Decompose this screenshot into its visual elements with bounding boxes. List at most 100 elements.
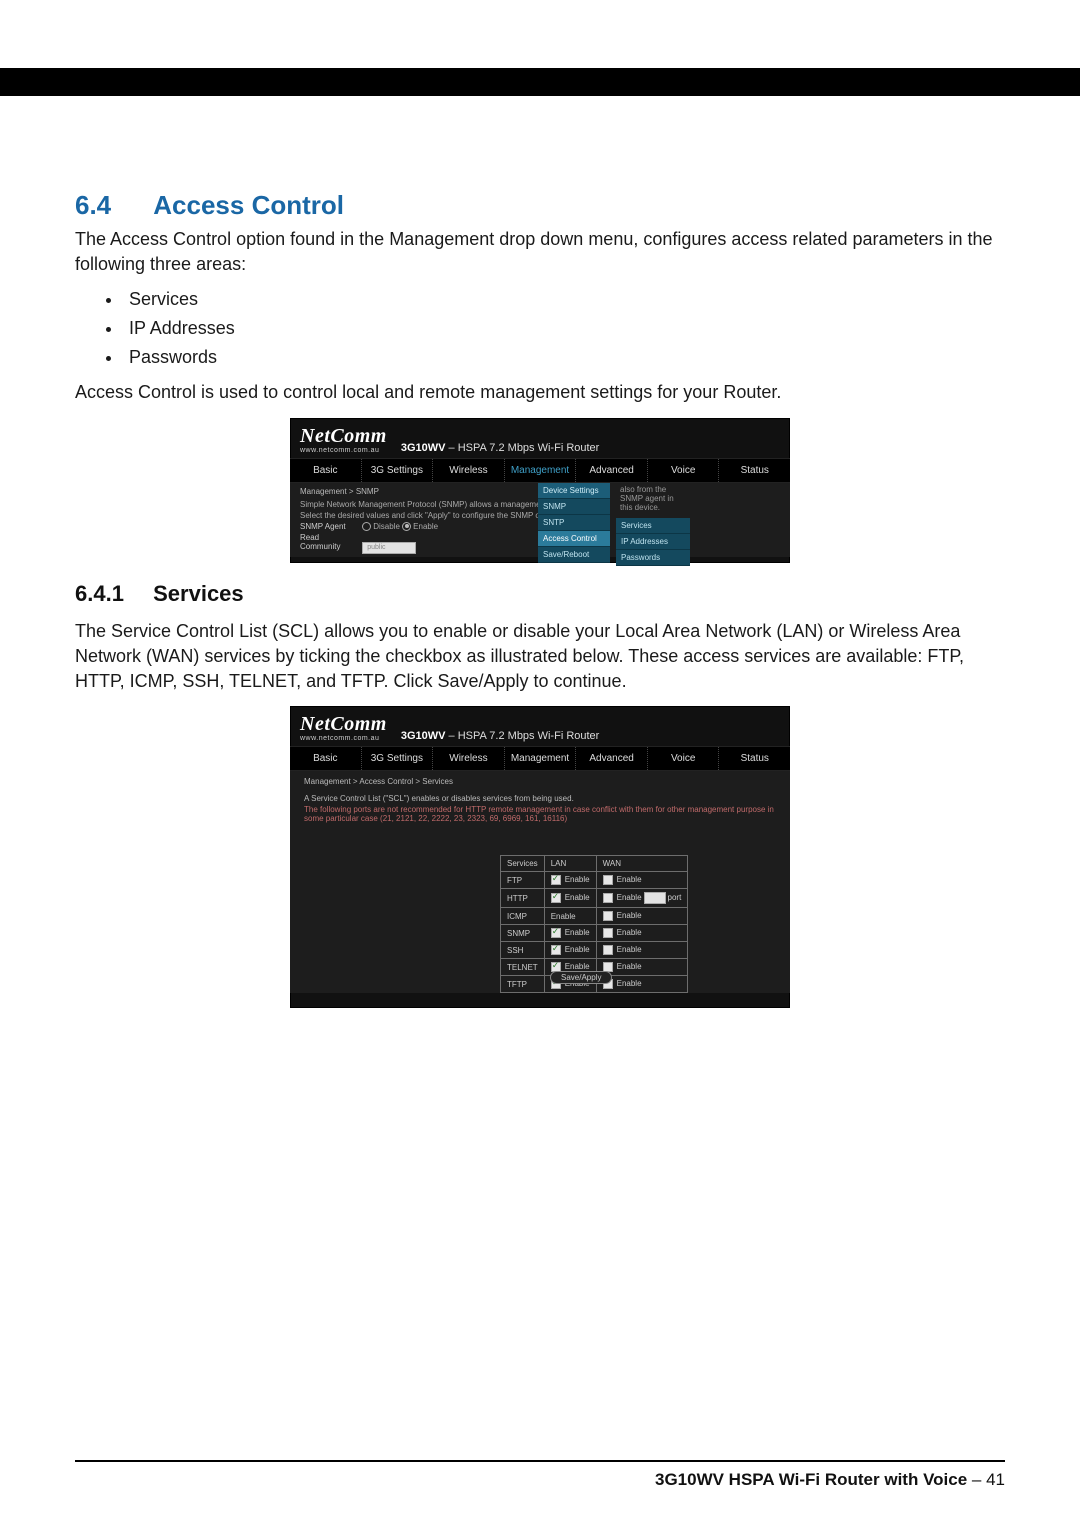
- brand-logo: NetComm: [300, 714, 387, 734]
- brand-block: NetComm www.netcomm.com.au: [300, 714, 387, 742]
- router-brand-bar: NetComm www.netcomm.com.au 3G10WV – HSPA…: [290, 706, 790, 746]
- wan-port-input[interactable]: [644, 892, 666, 904]
- router-nav: Basic 3G Settings Wireless Management Ad…: [290, 746, 790, 771]
- wan-enable-label: Enable: [617, 979, 642, 988]
- lan-enable-checkbox[interactable]: [551, 945, 561, 955]
- brand-url: www.netcomm.com.au: [300, 447, 387, 454]
- list-item: Services: [123, 289, 1005, 310]
- submenu-services[interactable]: Services: [616, 518, 690, 534]
- submenu-passwords[interactable]: Passwords: [616, 550, 690, 566]
- page-content: 6.4 Access Control The Access Control op…: [75, 190, 1005, 1026]
- device-desc: – HSPA 7.2 Mbps Wi-Fi Router: [445, 730, 599, 742]
- nav-basic[interactable]: Basic: [290, 747, 361, 770]
- breadcrumb: Management > Access Control > Services: [304, 777, 776, 786]
- wan-enable-label: Enable: [617, 945, 642, 954]
- device-title: 3G10WV – HSPA 7.2 Mbps Wi-Fi Router: [401, 730, 600, 742]
- lan-enable-label: Enable: [565, 962, 590, 971]
- dropdown-access-control[interactable]: Access Control: [538, 531, 610, 547]
- nav-wireless[interactable]: Wireless: [432, 747, 504, 770]
- lan-cell: Enable: [544, 872, 596, 889]
- device-title: 3G10WV – HSPA 7.2 Mbps Wi-Fi Router: [401, 442, 600, 454]
- subsection-number: 6.4.1: [75, 581, 147, 607]
- lan-enable-checkbox[interactable]: [551, 893, 561, 903]
- router-ui-snmp: NetComm www.netcomm.com.au 3G10WV – HSPA…: [290, 418, 790, 563]
- footer-rule: [75, 1460, 1005, 1462]
- nav-3g-settings[interactable]: 3G Settings: [361, 747, 433, 770]
- col-wan: WAN: [596, 856, 688, 872]
- section-title: Access Control: [153, 190, 344, 220]
- wan-port-label: port: [668, 893, 682, 902]
- radio-enable-label: Enable: [413, 522, 438, 531]
- wan-cell: Enable port: [596, 889, 688, 908]
- scl-desc-line2-warning: The following ports are not recommended …: [304, 805, 776, 823]
- read-community-label: Read Community: [300, 533, 360, 551]
- wan-cell: Enable: [596, 908, 688, 925]
- col-services: Services: [501, 856, 545, 872]
- nav-voice[interactable]: Voice: [647, 459, 719, 482]
- nav-voice[interactable]: Voice: [647, 747, 719, 770]
- nav-advanced[interactable]: Advanced: [575, 459, 647, 482]
- table-row: FTP Enable Enable: [501, 872, 688, 889]
- brand-block: NetComm www.netcomm.com.au: [300, 426, 387, 454]
- lan-enable-label: Enable: [565, 893, 590, 902]
- service-name: FTP: [501, 872, 545, 889]
- subsection-paragraph: The Service Control List (SCL) allows yo…: [75, 619, 1005, 695]
- list-item: IP Addresses: [123, 318, 1005, 339]
- wan-enable-checkbox[interactable]: [603, 945, 613, 955]
- scl-desc-line1: A Service Control List ("SCL") enables o…: [304, 794, 776, 803]
- table-header-row: Services LAN WAN: [501, 856, 688, 872]
- intro-paragraph-2: Access Control is used to control local …: [75, 380, 1005, 405]
- service-name: ICMP: [501, 908, 545, 925]
- radio-enable[interactable]: [402, 522, 411, 531]
- wan-cell: Enable: [596, 942, 688, 959]
- col-lan: LAN: [544, 856, 596, 872]
- wan-enable-label: Enable: [617, 893, 642, 902]
- lan-enable-label: Enable: [565, 875, 590, 884]
- wan-enable-checkbox[interactable]: [603, 875, 613, 885]
- wan-enable-checkbox[interactable]: [603, 893, 613, 903]
- footer-product: 3G10WV HSPA Wi-Fi Router with Voice: [655, 1470, 967, 1489]
- table-row: HTTPEnableEnableport: [501, 889, 688, 908]
- table-row: ICMP Enable Enable: [501, 908, 688, 925]
- dropdown-save-reboot[interactable]: Save/Reboot: [538, 547, 610, 563]
- footer-sep: –: [967, 1470, 986, 1489]
- lan-enable-checkbox[interactable]: [551, 928, 561, 938]
- wan-cell: Enable: [596, 925, 688, 942]
- radio-disable[interactable]: [362, 522, 371, 531]
- router-brand-bar: NetComm www.netcomm.com.au 3G10WV – HSPA…: [290, 418, 790, 458]
- nav-advanced[interactable]: Advanced: [575, 747, 647, 770]
- lan-enable-label: Enable: [565, 928, 590, 937]
- dropdown-device-settings[interactable]: Device Settings: [538, 483, 610, 499]
- areas-list: Services IP Addresses Passwords: [75, 289, 1005, 368]
- save-apply-button[interactable]: Save/Apply: [550, 971, 612, 984]
- router-ui-services: NetComm www.netcomm.com.au 3G10WV – HSPA…: [290, 706, 790, 1008]
- access-control-submenu: also from the SNMP agent in this device.…: [616, 483, 690, 566]
- lan-enable-label: Enable: [551, 912, 576, 921]
- subsection-title: Services: [153, 581, 244, 606]
- wan-cell: Enable: [596, 872, 688, 889]
- nav-wireless[interactable]: Wireless: [432, 459, 504, 482]
- device-model: 3G10WV: [401, 442, 446, 454]
- nav-3g-settings[interactable]: 3G Settings: [361, 459, 433, 482]
- screenshot-access-control-menu: NetComm www.netcomm.com.au 3G10WV – HSPA…: [75, 418, 1005, 563]
- nav-management[interactable]: Management: [504, 747, 576, 770]
- submenu-ip-addresses[interactable]: IP Addresses: [616, 534, 690, 550]
- read-community-input[interactable]: public: [362, 542, 416, 554]
- table-row: SNMPEnableEnable: [501, 925, 688, 942]
- service-name: TELNET: [501, 959, 545, 976]
- dropdown-snmp[interactable]: SNMP: [538, 499, 610, 515]
- snmp-agent-label: SNMP Agent: [300, 522, 360, 531]
- wan-enable-checkbox[interactable]: [603, 911, 613, 921]
- brand-logo: NetComm: [300, 426, 387, 446]
- nav-basic[interactable]: Basic: [290, 459, 361, 482]
- lan-enable-checkbox[interactable]: [551, 875, 561, 885]
- nav-status[interactable]: Status: [718, 459, 790, 482]
- wan-enable-checkbox[interactable]: [603, 928, 613, 938]
- router-body-services: Management > Access Control > Services A…: [290, 771, 790, 993]
- nav-management[interactable]: Management: [504, 459, 576, 482]
- wan-enable-label: Enable: [617, 962, 642, 971]
- nav-status[interactable]: Status: [718, 747, 790, 770]
- footer-text: 3G10WV HSPA Wi-Fi Router with Voice – 41: [655, 1470, 1005, 1490]
- table-row: SSHEnableEnable: [501, 942, 688, 959]
- dropdown-sntp[interactable]: SNTP: [538, 515, 610, 531]
